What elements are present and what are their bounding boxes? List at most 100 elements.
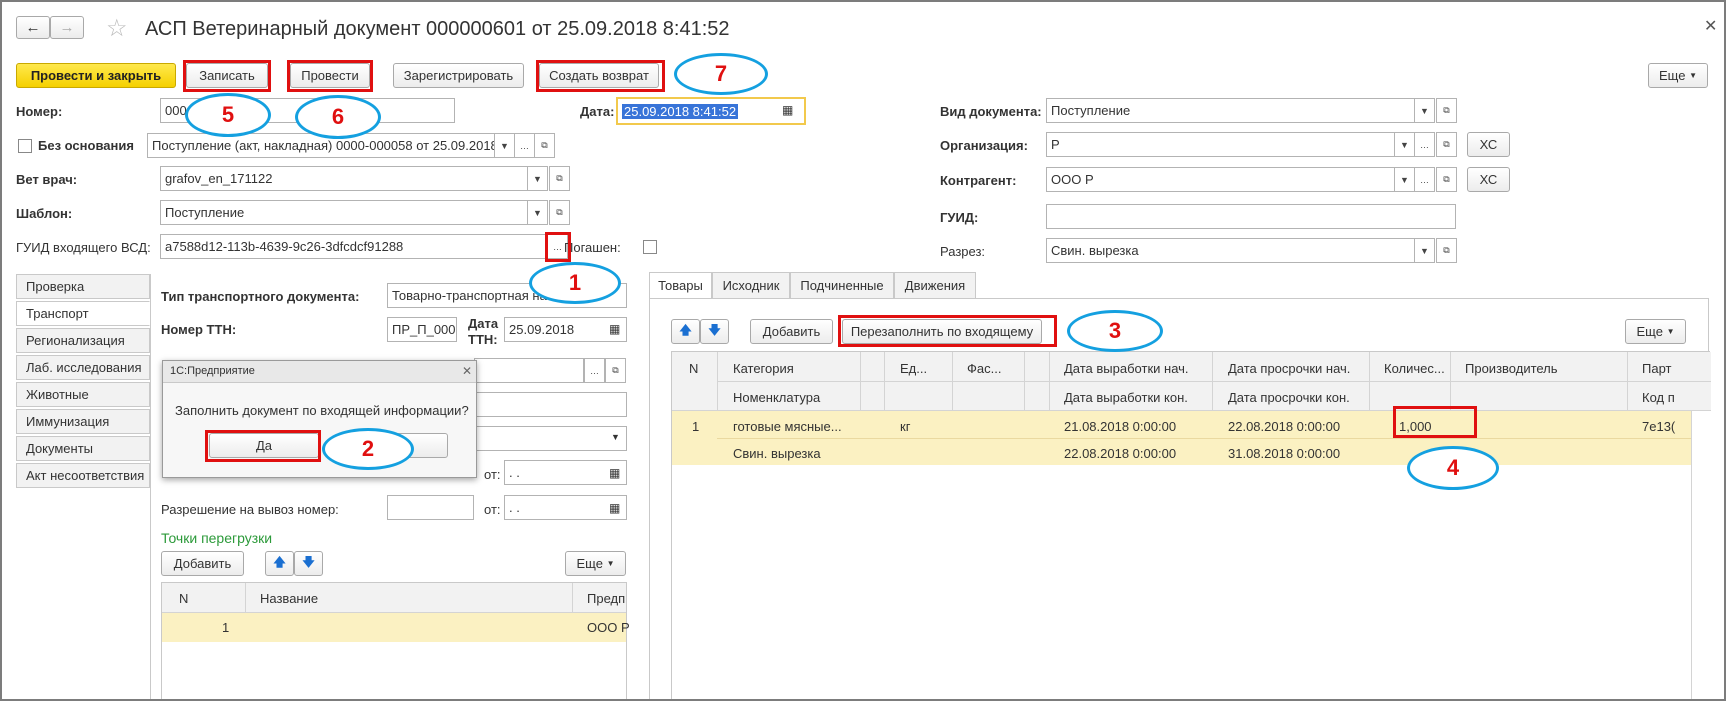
- more-button[interactable]: Еще ▼: [1648, 63, 1708, 88]
- reload-add-button[interactable]: Добавить: [161, 551, 244, 576]
- goods-col-package: Фас...: [967, 361, 1002, 376]
- transport-field-3-select-icon[interactable]: …: [584, 358, 605, 383]
- tab-documents[interactable]: Документы: [16, 436, 150, 461]
- reload-up-button[interactable]: 🡅: [265, 551, 294, 576]
- transport-field-4[interactable]: [474, 392, 627, 417]
- reload-more-label: Еще: [576, 556, 603, 571]
- org-select-icon[interactable]: …: [1414, 132, 1435, 157]
- callout-3: 3: [1067, 310, 1163, 352]
- counterparty-field[interactable]: ООО Р: [1046, 167, 1396, 192]
- basis-select-icon[interactable]: …: [514, 133, 535, 158]
- section-label: Разрез:: [940, 244, 986, 259]
- transport-field-3[interactable]: [474, 358, 584, 383]
- section-field[interactable]: Свин. вырезка: [1046, 238, 1416, 263]
- highlight-post: [287, 60, 373, 92]
- doc-type-field[interactable]: Поступление: [1046, 98, 1416, 123]
- basis-dropdown-icon[interactable]: ▼: [494, 133, 515, 158]
- vet-open-icon[interactable]: ⧉: [549, 166, 570, 191]
- highlight-dialog-yes: [205, 430, 321, 462]
- org-xc-button[interactable]: ХС: [1467, 132, 1510, 157]
- reload-down-button[interactable]: 🡇: [294, 551, 323, 576]
- transport-field-5[interactable]: [474, 426, 627, 451]
- template-field[interactable]: Поступление: [160, 200, 538, 225]
- tab-regionalization[interactable]: Регионализация: [16, 328, 150, 353]
- goods-col-exp-start: Дата просрочки нач.: [1228, 361, 1351, 376]
- register-button[interactable]: Зарегистрировать: [393, 63, 524, 88]
- doc-type-dropdown-icon[interactable]: ▼: [1414, 98, 1435, 123]
- transport-field-3-open-icon[interactable]: ⧉: [605, 358, 626, 383]
- guid-in-field[interactable]: a7588d12-113b-4639-9c26-3dfcdcf91288: [160, 234, 548, 259]
- from-calendar-icon-2[interactable]: ▦: [609, 501, 620, 515]
- back-button[interactable]: ←: [16, 16, 50, 39]
- transport-doc-type-label: Тип транспортного документа:: [161, 289, 360, 304]
- table-row[interactable]: [162, 613, 626, 642]
- tab-goods[interactable]: Товары: [649, 272, 712, 299]
- favorite-star-icon[interactable]: ☆: [106, 14, 128, 43]
- tab-nonconformity-act[interactable]: Акт несоответствия: [16, 463, 150, 488]
- callout-1: 1: [529, 262, 621, 304]
- goods-up-button[interactable]: 🡅: [671, 319, 700, 344]
- chevron-down-icon: ▼: [1689, 71, 1697, 80]
- close-icon[interactable]: ✕: [1704, 16, 1717, 36]
- counterparty-select-icon[interactable]: …: [1414, 167, 1435, 192]
- goods-col-exp-end: Дата просрочки кон.: [1228, 390, 1350, 405]
- from-calendar-icon-1[interactable]: ▦: [609, 466, 620, 480]
- reload-points-heading: Точки перегрузки: [161, 530, 273, 546]
- tab-transport[interactable]: Транспорт: [16, 301, 150, 326]
- reload-table-header: [162, 583, 626, 613]
- tab-lab-research[interactable]: Лаб. исследования: [16, 355, 150, 380]
- vet-field[interactable]: grafov_en_171122: [160, 166, 538, 191]
- goods-more-button[interactable]: Еще ▼: [1625, 319, 1686, 344]
- vet-dropdown-icon[interactable]: ▼: [527, 166, 548, 191]
- guid-in-label: ГУИД входящего ВСД:: [16, 240, 151, 255]
- callout-4: 4: [1407, 446, 1499, 490]
- goods-col-producer: Производитель: [1465, 361, 1558, 376]
- arrow-up-icon: 🡅: [273, 555, 286, 569]
- ttn-calendar-icon[interactable]: ▦: [609, 322, 620, 336]
- org-dropdown-icon[interactable]: ▼: [1394, 132, 1415, 157]
- counterparty-open-icon[interactable]: ⧉: [1436, 167, 1457, 192]
- org-open-icon[interactable]: ⧉: [1436, 132, 1457, 157]
- ttn-field[interactable]: ПР_П_000(: [387, 317, 457, 342]
- document-window: ← → ☆ АСП Ветеринарный документ 00000060…: [0, 0, 1726, 701]
- tab-subordinate[interactable]: Подчиненные: [790, 272, 894, 299]
- counterparty-label: Контрагент:: [940, 173, 1017, 188]
- left-panel-divider: [150, 274, 151, 699]
- chevron-down-icon: ▼: [606, 559, 615, 568]
- transport-field-5-dropdown-icon[interactable]: ▼: [611, 432, 620, 442]
- tab-source[interactable]: Исходник: [712, 272, 790, 299]
- post-and-close-button[interactable]: Провести и закрыть: [16, 63, 176, 88]
- section-dropdown-icon[interactable]: ▼: [1414, 238, 1435, 263]
- ttn-date-label-1: Дата: [468, 316, 499, 331]
- dialog-close-icon[interactable]: ✕: [462, 364, 472, 378]
- permit-field[interactable]: [387, 495, 474, 520]
- extinguished-checkbox[interactable]: [643, 240, 657, 254]
- goods-add-button[interactable]: Добавить: [750, 319, 833, 344]
- reload-more-button[interactable]: Еще ▼: [565, 551, 626, 576]
- counterparty-dropdown-icon[interactable]: ▼: [1394, 167, 1415, 192]
- highlight-refill: [838, 315, 1057, 347]
- goods-scrollbar[interactable]: [1691, 411, 1711, 699]
- counterparty-xc-button[interactable]: ХС: [1467, 167, 1510, 192]
- doc-type-open-icon[interactable]: ⧉: [1436, 98, 1457, 123]
- tab-immunization[interactable]: Иммунизация: [16, 409, 150, 434]
- no-basis-checkbox[interactable]: [18, 139, 32, 153]
- tab-movements[interactable]: Движения: [894, 272, 976, 299]
- template-dropdown-icon[interactable]: ▼: [527, 200, 548, 225]
- section-open-icon[interactable]: ⧉: [1436, 238, 1457, 263]
- vet-label: Вет врач:: [16, 172, 78, 187]
- goods-table: N Категория Номенклатура Ед... Фас... Да…: [671, 351, 1711, 699]
- forward-button[interactable]: →: [50, 16, 84, 39]
- tab-check[interactable]: Проверка: [16, 274, 150, 299]
- org-field[interactable]: Р: [1046, 132, 1396, 157]
- calendar-icon[interactable]: ▦: [782, 103, 793, 117]
- template-open-icon[interactable]: ⧉: [549, 200, 570, 225]
- date-field[interactable]: 25.09.2018 8:41:52: [616, 97, 806, 125]
- basis-open-icon[interactable]: ⧉: [534, 133, 555, 158]
- goods-col-n: N: [689, 361, 699, 376]
- goods-col-qty: Количес...: [1384, 361, 1445, 376]
- callout-7: 7: [674, 53, 768, 95]
- goods-down-button[interactable]: 🡇: [700, 319, 729, 344]
- tab-animals[interactable]: Животные: [16, 382, 150, 407]
- guid-field[interactable]: [1046, 204, 1456, 229]
